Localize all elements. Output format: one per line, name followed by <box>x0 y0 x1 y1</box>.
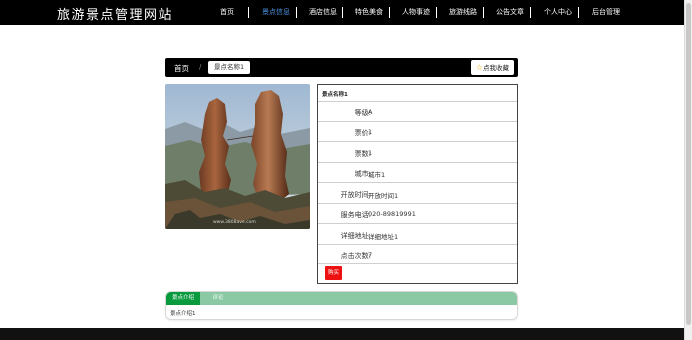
breadcrumb: 首页 / 景点名称1 ☆点我收藏 <box>165 58 518 77</box>
detail-tabs-panel: 景点介绍 评论 景点介绍1 <box>165 291 518 320</box>
detail-row-value: 开放时间1 <box>368 192 399 200</box>
site-title: 旅游景点管理网站 <box>57 8 174 23</box>
favorite-button-label: 点我收藏 <box>483 64 509 72</box>
tabs-header: 景点介绍 评论 <box>166 292 517 305</box>
rock-formation-image <box>165 84 310 229</box>
detail-row-value: A <box>368 108 373 116</box>
detail-row-value: 7 <box>368 251 373 259</box>
detail-title: 景点名称1 <box>322 92 348 98</box>
page: 旅游景点管理网站 首页 景点信息 酒店信息 特色美食 人物事迹 旅游线路 公告文… <box>0 0 692 340</box>
nav-item-people[interactable]: 人物事迹 <box>402 8 430 17</box>
nav-item-routes[interactable]: 旅游线路 <box>449 8 477 17</box>
buy-button[interactable]: 购买 <box>325 266 342 280</box>
breadcrumb-separator: / <box>199 63 202 71</box>
image-watermark: www.3808ave.com <box>213 220 256 225</box>
detail-row-label: 详细地址: <box>340 232 371 240</box>
detail-row-label: 开放时间: <box>340 191 371 199</box>
nav-item-scenic[interactable]: 景点信息 <box>262 8 290 17</box>
nav-item-profile[interactable]: 个人中心 <box>544 8 572 17</box>
nav-item-home[interactable]: 首页 <box>220 8 234 17</box>
vertical-scrollbar[interactable] <box>684 0 692 340</box>
footer-bar <box>0 328 684 340</box>
nav-separator <box>483 7 484 18</box>
tab-content: 景点介绍1 <box>170 311 196 317</box>
nav-item-food[interactable]: 特色美食 <box>355 8 383 17</box>
detail-row-address: 详细地址: 详细地址1 <box>318 223 517 244</box>
scenic-spot-image: www.3808ave.com <box>165 84 310 229</box>
nav-separator <box>248 7 249 18</box>
detail-row-level: 等级: A <box>318 101 517 121</box>
detail-row-phone: 服务电话: 020-89819991 <box>318 203 517 223</box>
detail-row-value: 020-89819991 <box>368 210 416 218</box>
nav-separator <box>389 7 390 18</box>
breadcrumb-home-link[interactable]: 首页 <box>174 63 189 74</box>
detail-row-tickets: 票数: 1 <box>318 141 517 162</box>
nav-item-admin[interactable]: 后台管理 <box>592 8 620 17</box>
detail-row-value: 详细地址1 <box>368 233 399 241</box>
detail-row-open-time: 开放时间: 开放时间1 <box>318 182 517 203</box>
detail-row-value: 城市1 <box>368 171 386 179</box>
detail-row-label: 点击次数: <box>340 252 371 260</box>
detail-row-price: 票价: 1 <box>318 121 517 141</box>
detail-row-clicks: 点击次数: 7 <box>318 244 517 264</box>
nav-item-articles[interactable]: 公告文章 <box>496 8 524 17</box>
detail-row-city: 城市: 城市1 <box>318 162 517 182</box>
favorite-button[interactable]: ☆点我收藏 <box>470 60 514 75</box>
detail-row-label: 服务电话: <box>340 211 371 219</box>
nav-item-hotel[interactable]: 酒店信息 <box>309 8 337 17</box>
tab-introduction[interactable]: 景点介绍 <box>166 292 200 305</box>
detail-table: 景点名称1 等级: A 票价: 1 票数: 1 城市: 城市1 开放时间: 开放… <box>317 84 518 284</box>
tab-comments[interactable]: 评论 <box>208 292 228 305</box>
nav-separator <box>436 7 437 18</box>
star-icon: ☆ <box>475 63 483 72</box>
breadcrumb-current: 景点名称1 <box>208 61 251 74</box>
nav-separator <box>342 7 343 18</box>
top-navbar: 旅游景点管理网站 首页 景点信息 酒店信息 特色美食 人物事迹 旅游线路 公告文… <box>0 0 684 25</box>
nav-separator <box>578 7 579 18</box>
detail-row-value: 1 <box>368 149 373 157</box>
scrollbar-thumb[interactable] <box>686 3 691 325</box>
nav-separator <box>530 7 531 18</box>
nav-separator <box>296 7 297 18</box>
detail-row-value: 1 <box>368 128 373 136</box>
